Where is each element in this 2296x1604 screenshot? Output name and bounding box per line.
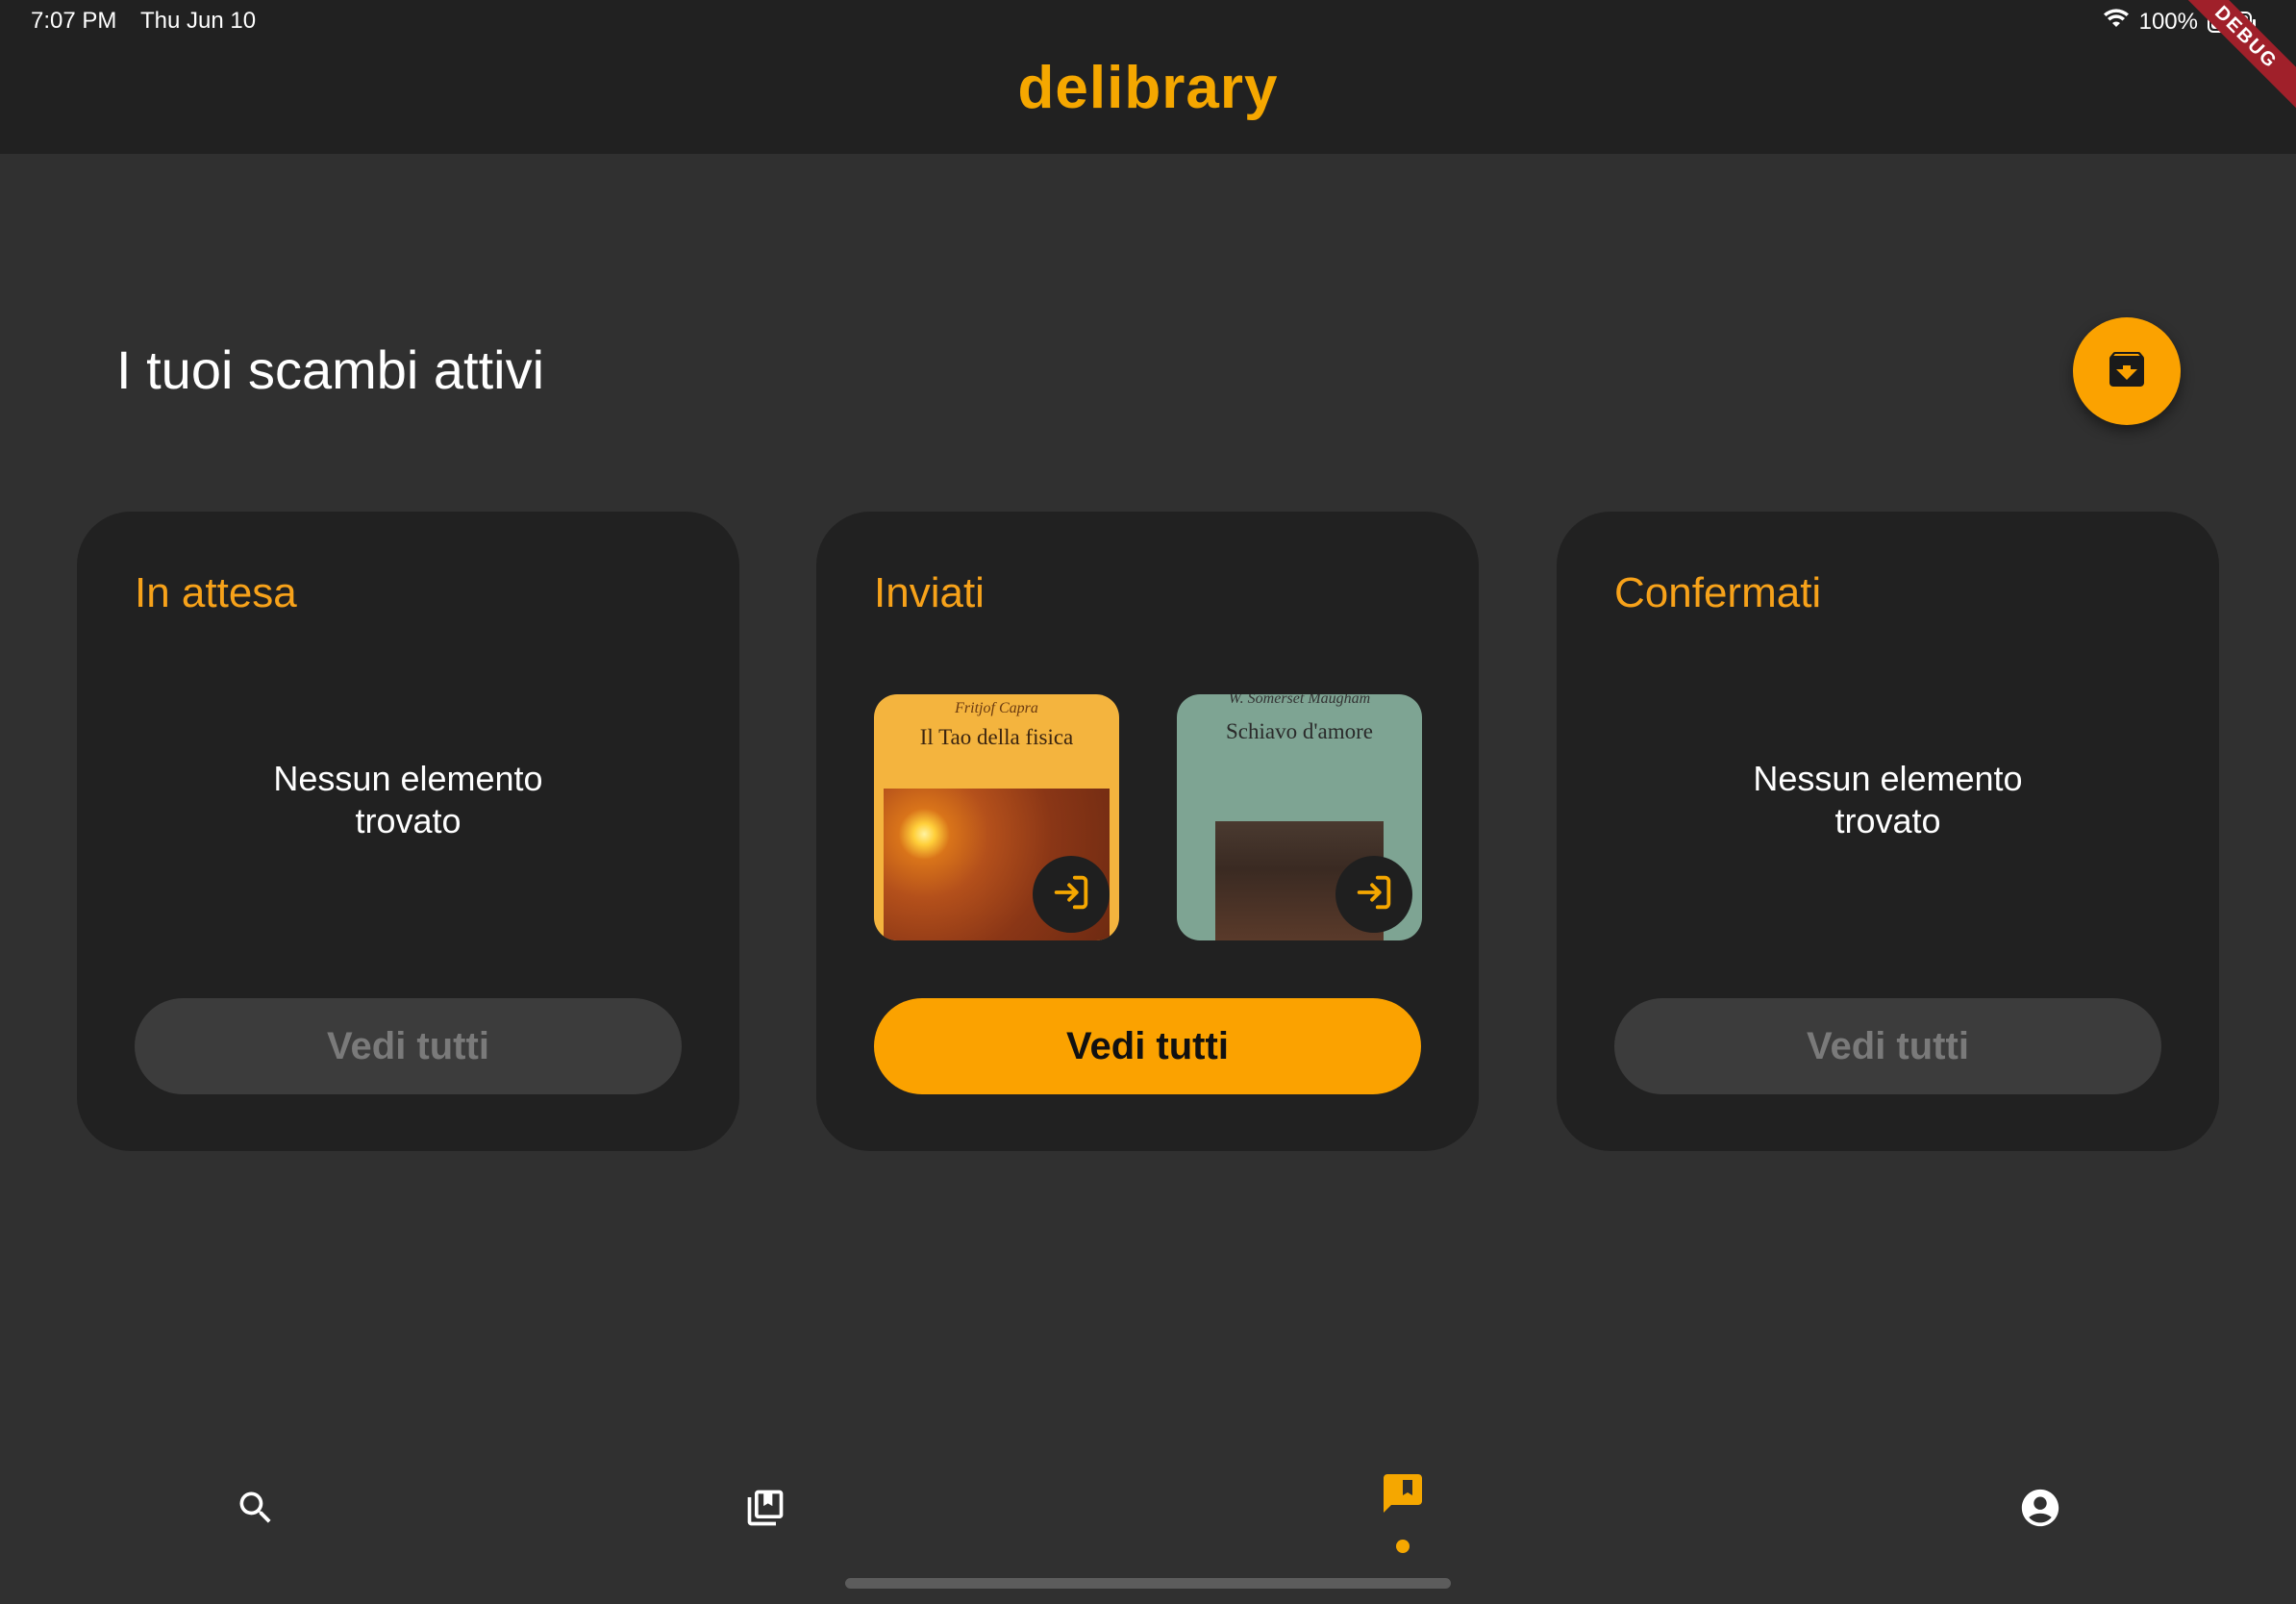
card-title: In attesa — [135, 569, 297, 616]
empty-message: Nessun elemento trovato — [273, 759, 543, 840]
card-title: Inviati — [874, 569, 985, 616]
book-author: W. Somerset Maugham — [1228, 694, 1371, 707]
wifi-icon — [2103, 8, 2130, 36]
status-time: 7:07 PM — [31, 8, 117, 34]
account-circle-icon — [2018, 1486, 2062, 1535]
open-exchange-button[interactable] — [1335, 856, 1412, 933]
nav-search[interactable] — [227, 1481, 285, 1539]
card-confirmed: Confermati Nessun elemento trovato Vedi … — [1557, 512, 2219, 1151]
book-cover[interactable]: W. Somerset Maugham Schiavo d'amore — [1177, 694, 1422, 940]
page-title: I tuoi scambi attivi — [116, 339, 545, 400]
home-indicator[interactable] — [845, 1578, 1451, 1589]
nav-exchanges[interactable] — [1374, 1466, 1432, 1524]
exchange-chat-icon — [1380, 1470, 1426, 1521]
login-arrow-icon — [1352, 870, 1396, 919]
login-arrow-icon — [1049, 870, 1093, 919]
see-all-button[interactable]: Vedi tutti — [1614, 998, 2161, 1094]
card-sent: Inviati Fritjof Capra Il Tao della fisic… — [816, 512, 1479, 1151]
status-date: Thu Jun 10 — [140, 8, 257, 34]
library-books-icon — [744, 1487, 786, 1534]
nav-profile[interactable] — [2011, 1481, 2069, 1539]
card-title: Confermati — [1614, 569, 1822, 616]
book-title: Schiavo d'amore — [1226, 719, 1373, 743]
archive-button[interactable] — [2073, 317, 2181, 425]
book-title: Il Tao della fisica — [919, 725, 1074, 749]
app-bar: 7:07 PM Thu Jun 10 100% DEBUG delibrary — [0, 0, 2296, 154]
nav-library[interactable] — [736, 1481, 794, 1539]
see-all-button[interactable]: Vedi tutti — [135, 998, 682, 1094]
card-pending: In attesa Nessun elemento trovato Vedi t… — [77, 512, 739, 1151]
see-all-button[interactable]: Vedi tutti — [874, 998, 1421, 1094]
book-cover[interactable]: Fritjof Capra Il Tao della fisica — [874, 694, 1119, 940]
app-title: delibrary — [1017, 55, 1279, 121]
archive-download-icon — [2104, 346, 2150, 397]
active-tab-indicator — [1396, 1540, 1410, 1553]
search-icon — [235, 1487, 277, 1534]
empty-message: Nessun elemento trovato — [1753, 759, 2023, 840]
book-author: Fritjof Capra — [955, 700, 1038, 716]
battery-percentage: 100% — [2138, 8, 2198, 35]
open-exchange-button[interactable] — [1033, 856, 1110, 933]
